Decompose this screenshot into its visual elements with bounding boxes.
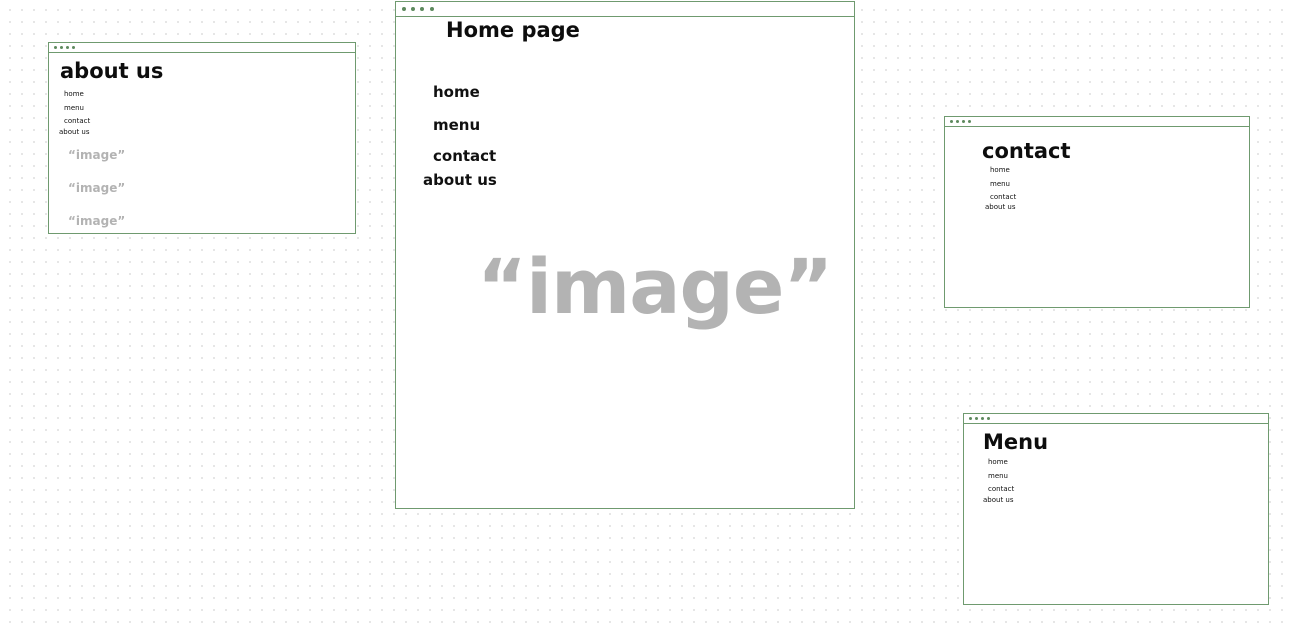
window-dot-icon — [981, 417, 984, 420]
nav-link-about-us[interactable]: about us — [423, 171, 497, 189]
nav-link-about-us[interactable]: about us — [985, 203, 1016, 211]
window-dot-icon — [987, 417, 990, 420]
image-placeholder: “image” — [68, 214, 126, 228]
nav-link-home[interactable]: home — [988, 458, 1008, 466]
window-dot-icon — [411, 7, 415, 11]
nav-link-contact[interactable]: contact — [988, 485, 1014, 493]
window-dot-icon — [950, 120, 953, 123]
nav-link-home[interactable]: home — [433, 83, 480, 101]
image-placeholder: “image” — [68, 148, 126, 162]
nav-link-menu[interactable]: menu — [990, 180, 1010, 188]
image-placeholder: “image” — [68, 181, 126, 195]
window-dot-icon — [975, 417, 978, 420]
nav-link-menu[interactable]: menu — [433, 116, 480, 134]
nav-link-about-us[interactable]: about us — [59, 128, 90, 136]
nav-link-menu[interactable]: menu — [64, 104, 84, 112]
about-us-frame: about us home menu contact about us “ima… — [48, 42, 356, 234]
page-title: contact — [982, 139, 1071, 163]
window-dot-icon — [402, 7, 406, 11]
page-title: about us — [60, 59, 164, 83]
hero-image-placeholder: “image” — [477, 242, 833, 331]
window-dot-icon — [420, 7, 424, 11]
window-dot-icon — [66, 46, 69, 49]
nav-link-home[interactable]: home — [64, 90, 84, 98]
window-dot-icon — [60, 46, 63, 49]
window-dot-icon — [430, 7, 434, 11]
contact-frame: contact home menu contact about us — [944, 116, 1250, 308]
page-title: Home page — [446, 18, 580, 42]
window-dot-icon — [962, 120, 965, 123]
window-dot-icon — [54, 46, 57, 49]
nav-link-about-us[interactable]: about us — [983, 496, 1014, 504]
home-page-frame: Home page home menu contact about us “im… — [395, 1, 855, 509]
window-dot-icon — [969, 417, 972, 420]
nav-link-contact[interactable]: contact — [990, 193, 1016, 201]
page-title: Menu — [983, 430, 1049, 454]
menu-frame: Menu home menu contact about us — [963, 413, 1269, 605]
window-dot-icon — [968, 120, 971, 123]
window-titlebar — [964, 414, 1268, 424]
nav-link-contact[interactable]: contact — [64, 117, 90, 125]
window-titlebar — [945, 117, 1249, 127]
nav-link-home[interactable]: home — [990, 166, 1010, 174]
window-dot-icon — [72, 46, 75, 49]
window-titlebar — [49, 43, 355, 53]
window-dot-icon — [956, 120, 959, 123]
nav-link-contact[interactable]: contact — [433, 147, 496, 165]
nav-link-menu[interactable]: menu — [988, 472, 1008, 480]
window-titlebar — [396, 2, 854, 17]
